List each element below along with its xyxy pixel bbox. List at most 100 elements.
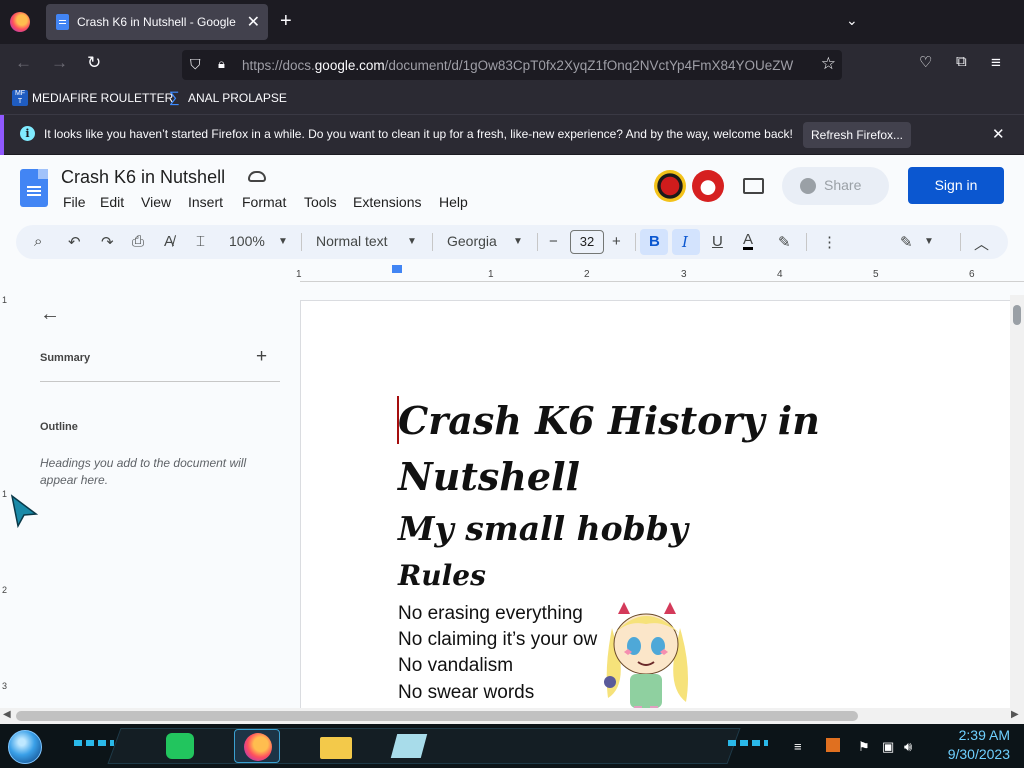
menu-insert[interactable]: Insert xyxy=(188,194,223,210)
menu-view[interactable]: View xyxy=(141,194,171,210)
rule-item[interactable]: No swear words xyxy=(398,682,534,704)
ruler-baseline xyxy=(300,281,1024,282)
start-button[interactable] xyxy=(8,730,42,764)
browser-tab-active[interactable]: Crash K6 in Nutshell - Google D ✕ xyxy=(46,4,268,40)
heading-subtitle[interactable]: My small hobby xyxy=(398,509,688,548)
menu-format[interactable]: Format xyxy=(242,194,286,210)
close-notification-icon[interactable]: ✕ xyxy=(992,125,1005,143)
avatar[interactable] xyxy=(692,170,724,202)
back-arrow-icon[interactable]: ← xyxy=(15,53,32,73)
chevron-down-icon[interactable]: ⌄ xyxy=(846,12,858,29)
docs-favicon-icon xyxy=(56,14,69,30)
hide-menus-icon[interactable]: ︿ xyxy=(974,233,989,254)
taskbar-explorer-app[interactable] xyxy=(312,729,358,763)
taskbar-app[interactable] xyxy=(386,729,432,763)
menu-edit[interactable]: Edit xyxy=(100,194,124,210)
close-outline-arrow-icon[interactable]: ← xyxy=(40,303,60,326)
bookmark-star-icon[interactable]: ☆ xyxy=(821,54,836,74)
heading-rules[interactable]: Rules xyxy=(398,559,486,592)
new-tab-icon[interactable]: + xyxy=(280,10,292,33)
menu-help[interactable]: Help xyxy=(439,194,468,210)
comment-history-icon[interactable] xyxy=(743,178,764,194)
scrollbar-thumb[interactable] xyxy=(1013,305,1021,325)
bold-icon[interactable]: B xyxy=(649,233,660,250)
clock-time[interactable]: 2:39 AM xyxy=(942,727,1010,743)
hamburger-menu-icon[interactable]: ≡ xyxy=(991,53,1001,73)
zoom-select[interactable]: 100% xyxy=(229,233,265,249)
sign-in-button[interactable]: Sign in xyxy=(908,167,1004,204)
forward-arrow-icon[interactable]: → xyxy=(51,53,68,73)
menu-file[interactable]: File xyxy=(63,194,86,210)
network-icon[interactable]: ▣ xyxy=(882,739,894,755)
vertical-scrollbar[interactable] xyxy=(1010,295,1024,708)
ruler-mark: 4 xyxy=(777,269,783,280)
rule-item[interactable]: No claiming it’s your ow xyxy=(398,629,597,651)
reload-icon[interactable]: ↻ xyxy=(87,53,101,73)
clock-date[interactable]: 9/30/2023 xyxy=(934,746,1010,762)
scrollbar-thumb[interactable] xyxy=(16,711,858,721)
taskbar-firefox-app[interactable] xyxy=(234,729,280,763)
close-tab-icon[interactable]: ✕ xyxy=(247,12,260,32)
docs-logo-icon[interactable] xyxy=(20,169,48,207)
spellcheck-icon[interactable]: A̸ xyxy=(164,233,174,250)
share-button[interactable]: Share xyxy=(782,167,889,205)
font-size-input[interactable]: 32 xyxy=(570,230,604,254)
extensions-icon[interactable]: ⧉ xyxy=(956,53,967,70)
tray-app-icon[interactable] xyxy=(826,738,840,752)
volume-icon[interactable]: 🔊︎ xyxy=(904,739,912,755)
taskbar-decoration xyxy=(74,740,114,746)
paragraph-style-select[interactable]: Normal text xyxy=(316,233,388,249)
ruler-mark: 3 xyxy=(2,681,8,691)
ruler-mark: 2 xyxy=(2,585,8,595)
italic-icon[interactable]: I xyxy=(682,233,688,251)
document-title[interactable]: Crash K6 in Nutshell xyxy=(61,167,225,188)
bookmark-mediafire[interactable]: MEDIAFIRE ROULETTER xyxy=(32,91,173,105)
print-icon[interactable]: ⎙ xyxy=(132,233,144,250)
show-hidden-icons[interactable]: ≡ xyxy=(794,739,802,754)
chevron-down-icon[interactable]: ▼ xyxy=(407,236,417,247)
horizontal-scrollbar[interactable]: ◀ ▶ xyxy=(0,708,1024,724)
chevron-down-icon[interactable]: ▼ xyxy=(513,236,523,247)
toolbar-divider xyxy=(432,233,433,251)
text-color-icon[interactable]: A xyxy=(743,232,754,250)
url-bar[interactable]: ⛉ 🔒︎ https://docs.google.com/document/d/… xyxy=(182,50,842,80)
add-summary-icon[interactable]: + xyxy=(256,346,267,368)
cloud-save-icon[interactable] xyxy=(248,171,266,182)
scroll-right-icon[interactable]: ▶ xyxy=(1011,709,1019,720)
highlight-icon[interactable]: ✎ xyxy=(778,233,791,251)
taskbar-notes-app[interactable] xyxy=(158,729,204,763)
chevron-down-icon[interactable]: ▼ xyxy=(924,236,934,247)
docs-toolbar: ⌕ ↶ ↷ ⎙ A̸ ⌶ 100% ▼ Normal text ▼ Georgi… xyxy=(16,225,1008,259)
flag-icon[interactable]: ⚑ xyxy=(858,739,870,755)
undo-icon[interactable]: ↶ xyxy=(68,233,81,251)
heading-title[interactable]: Crash K6 History in Nutshell xyxy=(398,393,878,505)
ruler-mark: 1 xyxy=(2,489,8,499)
paint-format-icon[interactable]: ⌶ xyxy=(196,233,205,250)
firefox-menu-icon[interactable] xyxy=(10,12,30,32)
editing-mode-icon[interactable]: ✎ xyxy=(900,233,913,251)
decrease-font-size-icon[interactable]: − xyxy=(549,233,558,250)
indent-marker-icon[interactable] xyxy=(392,265,402,273)
firefox-notification-bar: i It looks like you haven’t started Fire… xyxy=(0,114,1024,155)
menu-extensions[interactable]: Extensions xyxy=(353,194,421,210)
lock-icon[interactable]: 🔒︎ xyxy=(218,56,225,72)
redo-icon[interactable]: ↷ xyxy=(101,233,114,251)
refresh-firefox-button[interactable]: Refresh Firefox... xyxy=(803,122,911,148)
font-family-select[interactable]: Georgia xyxy=(447,233,497,249)
avatar[interactable] xyxy=(654,170,686,202)
notes-app-icon xyxy=(166,733,194,759)
search-menus-icon[interactable]: ⌕ xyxy=(34,233,42,250)
chevron-down-icon[interactable]: ▼ xyxy=(278,236,288,247)
more-options-icon[interactable]: ⋮ xyxy=(822,233,837,251)
rule-item[interactable]: No erasing everything xyxy=(398,603,583,625)
menu-tools[interactable]: Tools xyxy=(304,194,337,210)
underline-icon[interactable]: U xyxy=(712,233,723,250)
shield-icon[interactable]: ⛉ xyxy=(190,56,201,73)
rule-item[interactable]: No vandalism xyxy=(398,655,513,677)
bookmark-prolapse[interactable]: ANAL PROLAPSE xyxy=(188,91,287,105)
horizontal-ruler[interactable]: 1 1 2 3 4 5 6 xyxy=(296,265,1024,283)
pocket-icon[interactable]: ♡ xyxy=(919,53,932,71)
ruler-mark: 1 xyxy=(296,269,302,280)
increase-font-size-icon[interactable]: + xyxy=(612,233,621,250)
scroll-left-icon[interactable]: ◀ xyxy=(3,709,11,720)
